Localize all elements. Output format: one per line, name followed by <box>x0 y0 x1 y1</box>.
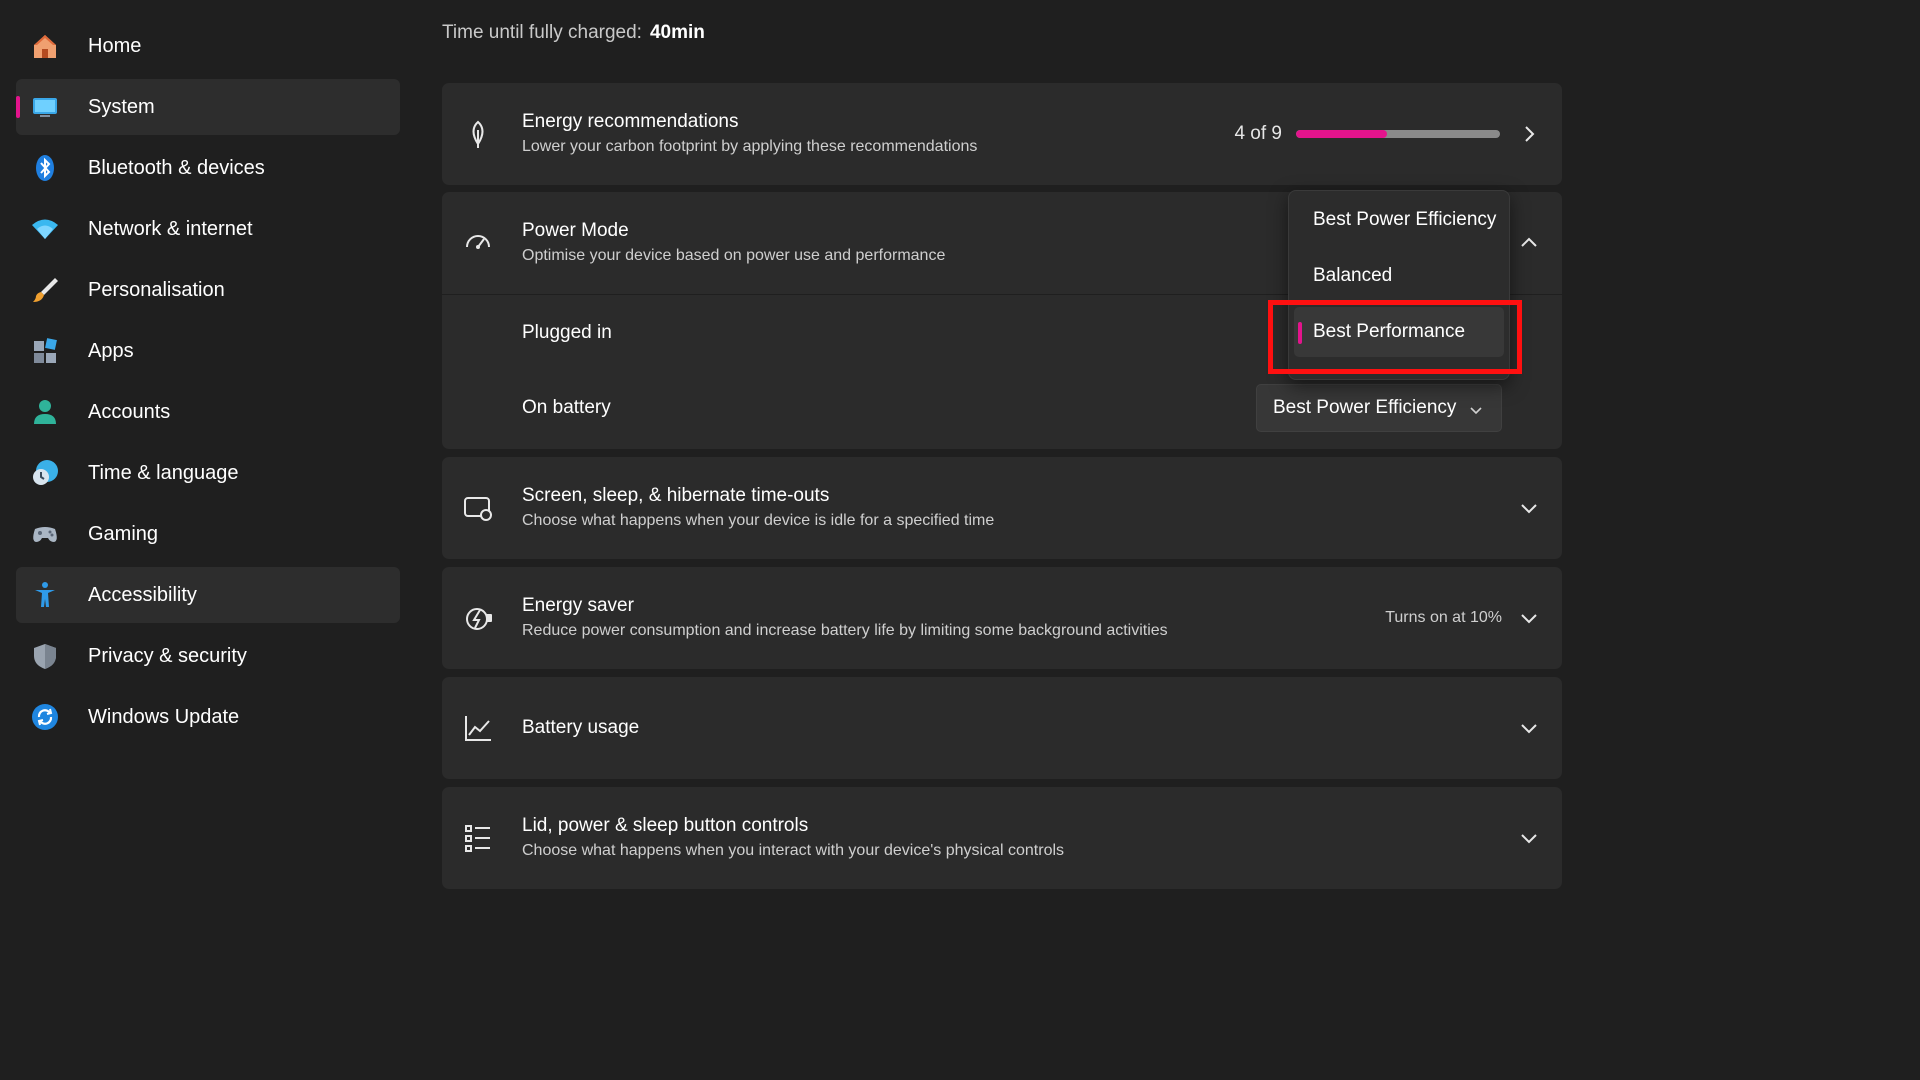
screen-sleep-desc: Choose what happens when your device is … <box>522 512 995 529</box>
on-battery-dropdown[interactable]: Best Power Efficiency <box>1256 384 1502 432</box>
charge-value: 40min <box>649 22 705 43</box>
chevron-down-icon[interactable] <box>1518 497 1540 519</box>
option-balanced[interactable]: Balanced <box>1294 251 1504 301</box>
wifi-icon <box>30 214 60 244</box>
option-label: Best Power Efficiency <box>1313 209 1497 230</box>
selection-indicator <box>16 96 20 118</box>
chevron-down-icon[interactable] <box>1518 827 1540 849</box>
monitor-icon <box>30 92 60 122</box>
sidebar-item-accessibility[interactable]: Accessibility <box>16 567 400 623</box>
power-mode-desc: Optimise your device based on power use … <box>522 247 946 264</box>
list-settings-icon <box>462 822 494 854</box>
chevron-down-icon[interactable] <box>1518 717 1540 739</box>
recommendations-progress <box>1296 130 1500 138</box>
highlight-annotation-box <box>1268 300 1522 374</box>
option-label: Balanced <box>1313 265 1393 286</box>
sidebar-item-accounts[interactable]: Accounts <box>16 384 400 440</box>
lid-controls-title: Lid, power & sleep button controls <box>522 815 809 836</box>
energy-saver-title: Energy saver <box>522 595 634 616</box>
energy-recommendations-title: Energy recommendations <box>522 111 739 132</box>
sidebar-item-personalisation[interactable]: Personalisation <box>16 262 400 318</box>
bluetooth-icon <box>30 153 60 183</box>
screen-sleep-card[interactable]: Screen, sleep, & hibernate time-outs Cho… <box>442 457 1562 559</box>
sidebar-item-label: Privacy & security <box>88 644 247 667</box>
chart-line-icon <box>462 712 494 744</box>
gauge-icon <box>462 227 494 259</box>
sidebar-item-gaming[interactable]: Gaming <box>16 506 400 562</box>
sidebar-item-network[interactable]: Network & internet <box>16 201 400 257</box>
sidebar-item-label: Network & internet <box>88 217 253 240</box>
on-battery-row: On battery Best Power Efficiency <box>442 370 1562 446</box>
sidebar-item-label: Personalisation <box>88 278 225 301</box>
shield-icon <box>30 641 60 671</box>
sidebar-item-bluetooth[interactable]: Bluetooth & devices <box>16 140 400 196</box>
sidebar-item-time-language[interactable]: Time & language <box>16 445 400 501</box>
sidebar-item-system[interactable]: System <box>16 79 400 135</box>
lid-controls-desc: Choose what happens when you interact wi… <box>522 842 1065 859</box>
sidebar-item-label: Accessibility <box>88 583 197 606</box>
charge-status: Time until fully charged: 40min <box>442 22 705 44</box>
chevron-up-icon[interactable] <box>1518 232 1540 254</box>
sidebar-item-label: Bluetooth & devices <box>88 156 265 179</box>
charge-label: Time until fully charged: <box>442 22 642 43</box>
sidebar-item-label: Apps <box>88 339 134 362</box>
sidebar-item-label: Gaming <box>88 522 159 545</box>
energy-saver-icon <box>462 602 494 634</box>
on-battery-value: Best Power Efficiency <box>1273 397 1457 418</box>
sidebar-item-privacy[interactable]: Privacy & security <box>16 628 400 684</box>
recommendations-count: 4 of 9 <box>1234 123 1282 144</box>
home-icon <box>30 31 60 61</box>
energy-recommendations-card[interactable]: Energy recommendations Lower your carbon… <box>442 83 1562 185</box>
on-battery-label: On battery <box>522 397 611 418</box>
apps-icon <box>30 336 60 366</box>
sidebar-item-label: Home <box>88 34 142 57</box>
power-mode-title: Power Mode <box>522 220 629 241</box>
option-best-power-efficiency[interactable]: Best Power Efficiency <box>1294 195 1504 245</box>
sidebar-item-label: Accounts <box>88 400 171 423</box>
screen-sleep-title: Screen, sleep, & hibernate time-outs <box>522 485 830 506</box>
leaf-icon <box>462 118 494 150</box>
sidebar-item-label: Time & language <box>88 461 239 484</box>
battery-usage-card[interactable]: Battery usage <box>442 677 1562 779</box>
accessibility-icon <box>30 580 60 610</box>
screen-sleep-icon <box>462 492 494 524</box>
clock-globe-icon <box>30 458 60 488</box>
chevron-right-icon[interactable] <box>1518 123 1540 145</box>
sidebar-item-label: Windows Update <box>88 705 240 728</box>
gamepad-icon <box>30 519 60 549</box>
sidebar-nav: Home System Bluetooth & devices Network … <box>16 18 400 750</box>
energy-saver-card[interactable]: Energy saver Reduce power consumption an… <box>442 567 1562 669</box>
chevron-down-icon[interactable] <box>1518 607 1540 629</box>
lid-controls-card[interactable]: Lid, power & sleep button controls Choos… <box>442 787 1562 889</box>
plugged-in-label: Plugged in <box>522 321 612 343</box>
energy-saver-desc: Reduce power consumption and increase ba… <box>522 622 1168 639</box>
sidebar-item-home[interactable]: Home <box>16 18 400 74</box>
brush-icon <box>30 275 60 305</box>
battery-usage-title: Battery usage <box>522 717 640 738</box>
sidebar-item-windows-update[interactable]: Windows Update <box>16 689 400 745</box>
sidebar-item-label: System <box>88 95 155 118</box>
sidebar-item-apps[interactable]: Apps <box>16 323 400 379</box>
energy-saver-status: Turns on at 10% <box>1385 609 1502 626</box>
energy-recommendations-desc: Lower your carbon footprint by applying … <box>522 138 978 155</box>
chevron-down-icon <box>1469 401 1483 415</box>
person-icon <box>30 397 60 427</box>
update-icon <box>30 702 60 732</box>
recommendations-progress-fill <box>1296 130 1387 138</box>
